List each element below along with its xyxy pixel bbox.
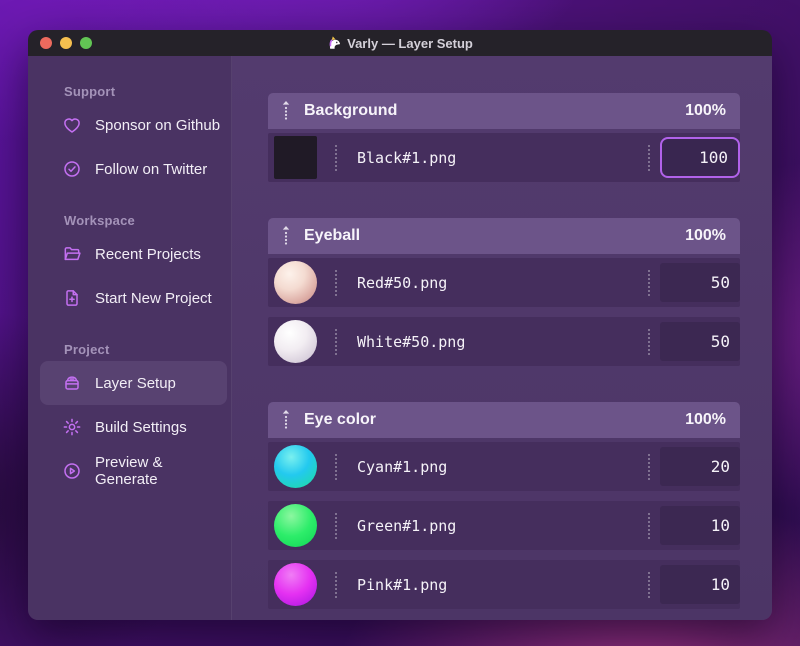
app-window: Varly — Layer Setup Support Sponsor on G… <box>28 30 772 620</box>
minimize-button[interactable] <box>60 37 72 49</box>
layer-group-percent: 100% <box>685 411 726 428</box>
layer-row[interactable]: Black#1.png <box>268 133 740 182</box>
layer-setup-panel: Background 100% Black#1.png Eyeball 100% <box>232 56 772 620</box>
divider <box>335 453 337 480</box>
layer-row[interactable]: Green#1.png <box>268 501 740 550</box>
layer-weight-input[interactable] <box>660 506 740 545</box>
layer-group-percent: 100% <box>685 227 726 244</box>
red-sphere-thumbnail <box>274 261 317 304</box>
play-circle-icon <box>62 461 82 481</box>
divider <box>648 328 650 355</box>
drag-handle-icon[interactable] <box>280 100 292 122</box>
sidebar-section-label: Project <box>64 342 110 357</box>
sidebar-item-follow-on-twitter[interactable]: Follow on Twitter <box>40 147 227 191</box>
green-sphere-thumbnail <box>274 504 317 547</box>
gear-icon <box>62 417 82 437</box>
sidebar-item-label: Build Settings <box>95 418 187 436</box>
layer-filename: Green#1.png <box>357 516 457 535</box>
window-title-text: Varly — Layer Setup <box>347 35 473 51</box>
layer-weight-input[interactable] <box>660 447 740 486</box>
sidebar-section-label: Support <box>64 84 116 99</box>
folder-open-icon <box>62 244 82 264</box>
window-title: Varly — Layer Setup <box>28 36 772 51</box>
divider <box>648 512 650 539</box>
sidebar-section-label: Workspace <box>64 213 135 228</box>
verified-check-icon <box>62 159 82 179</box>
divider <box>335 571 337 598</box>
layer-group-header[interactable]: Eyeball 100% <box>268 218 740 254</box>
layer-filename: Pink#1.png <box>357 575 448 594</box>
divider <box>335 328 337 355</box>
sidebar-item-label: Recent Projects <box>95 245 201 263</box>
close-button[interactable] <box>40 37 52 49</box>
white-sphere-thumbnail <box>274 320 317 363</box>
pink-sphere-thumbnail <box>274 563 317 606</box>
desktop-background: Varly — Layer Setup Support Sponsor on G… <box>0 0 800 646</box>
layer-row[interactable]: Pink#1.png <box>268 560 740 609</box>
traffic-lights <box>40 37 92 49</box>
sidebar-item-label: Start New Project <box>95 289 212 307</box>
divider <box>648 453 650 480</box>
drag-handle-icon[interactable] <box>280 225 292 247</box>
divider <box>335 512 337 539</box>
black-square-thumbnail <box>274 136 317 179</box>
file-plus-icon <box>62 288 82 308</box>
sidebar-section: Workspace Recent Projects Start New Proj… <box>28 213 231 320</box>
layer-weight-input[interactable] <box>660 263 740 302</box>
sidebar-item-label: Follow on Twitter <box>95 160 208 178</box>
layer-filename: Red#50.png <box>357 273 448 292</box>
sidebar-item-build-settings[interactable]: Build Settings <box>40 405 227 449</box>
sidebar-item-label: Sponsor on Github <box>95 116 221 134</box>
layer-weight-input[interactable] <box>660 322 740 361</box>
divider <box>335 269 337 296</box>
sidebar-item-layer-setup[interactable]: Layer Setup <box>40 361 227 405</box>
layer-group-title: Eyeball <box>304 227 361 244</box>
sidebar-section: Project Layer Setup Build Settings Previ… <box>28 342 231 493</box>
layer-group-percent: 100% <box>685 102 726 119</box>
layer-group-header[interactable]: Background 100% <box>268 93 740 129</box>
layer-row[interactable]: White#50.png <box>268 317 740 366</box>
cyan-sphere-thumbnail <box>274 445 317 488</box>
heart-icon <box>62 115 82 135</box>
sidebar-section: Support Sponsor on Github Follow on Twit… <box>28 84 231 191</box>
divider <box>648 144 650 171</box>
sidebar-item-label: Layer Setup <box>95 374 176 392</box>
divider <box>648 571 650 598</box>
layer-filename: Black#1.png <box>357 148 457 167</box>
layer-filename: White#50.png <box>357 332 466 351</box>
layer-row[interactable]: Cyan#1.png <box>268 442 740 491</box>
unicorn-app-icon <box>327 35 342 51</box>
sidebar-item-label: Preview & Generate <box>95 454 163 488</box>
divider <box>335 144 337 171</box>
layers-icon <box>62 373 82 393</box>
sidebar: Support Sponsor on Github Follow on Twit… <box>28 56 232 620</box>
layer-weight-input[interactable] <box>660 565 740 604</box>
window-body: Support Sponsor on Github Follow on Twit… <box>28 56 772 620</box>
layer-group-background: Background 100% Black#1.png <box>268 93 740 182</box>
layer-group-header[interactable]: Eye color 100% <box>268 402 740 438</box>
layer-group-eye-color: Eye color 100% Cyan#1.png Green#1.png Pi… <box>268 402 740 609</box>
layer-group-title: Background <box>304 102 398 119</box>
sidebar-item-start-new-project[interactable]: Start New Project <box>40 276 227 320</box>
sidebar-item-sponsor-on-github[interactable]: Sponsor on Github <box>40 103 227 147</box>
window-titlebar[interactable]: Varly — Layer Setup <box>28 30 772 56</box>
sidebar-item-preview-generate[interactable]: Preview & Generate <box>40 449 227 493</box>
layer-group-eyeball: Eyeball 100% Red#50.png White#50.png <box>268 218 740 366</box>
drag-handle-icon[interactable] <box>280 409 292 431</box>
layer-group-title: Eye color <box>304 411 377 428</box>
layer-row[interactable]: Red#50.png <box>268 258 740 307</box>
sidebar-item-recent-projects[interactable]: Recent Projects <box>40 232 227 276</box>
divider <box>648 269 650 296</box>
layer-weight-input[interactable] <box>660 137 740 178</box>
layer-filename: Cyan#1.png <box>357 457 448 476</box>
zoom-button[interactable] <box>80 37 92 49</box>
